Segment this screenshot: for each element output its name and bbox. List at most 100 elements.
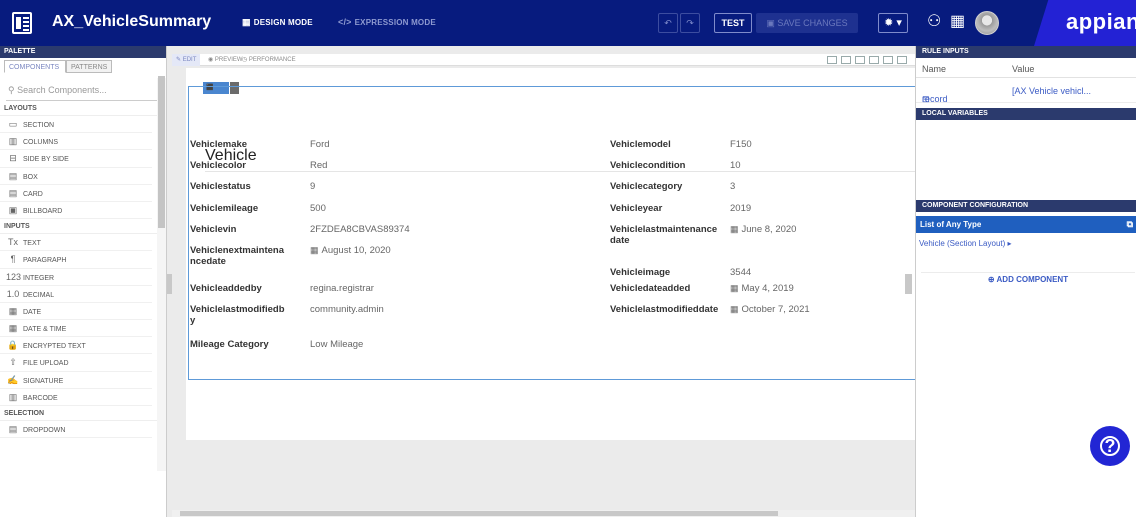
field-value-text: 2FZDEA8CBVAS89374 — [310, 224, 410, 235]
grid-icon[interactable]: ▦ — [950, 13, 965, 31]
search-input[interactable]: ⚲ Search Components... — [6, 79, 160, 101]
tab-edit[interactable]: ✎ EDIT — [172, 54, 201, 66]
local-variables-header[interactable]: LOCAL VARIABLES — [916, 108, 1136, 120]
test-button[interactable]: TEST — [714, 13, 752, 33]
palette-item[interactable]: ▤ BOX — [0, 168, 152, 185]
gear-icon: ✹ ▾ — [884, 17, 902, 29]
palette-item[interactable]: ▦ DATE & TIME — [0, 320, 152, 338]
palette-item[interactable]: ✍ SIGNATURE — [0, 372, 152, 389]
palette-item[interactable]: ⊟ SIDE BY SIDE — [0, 150, 152, 168]
search-icon: ⚲ — [8, 85, 18, 95]
redo-button[interactable]: ↷ — [680, 13, 700, 33]
name-column-header: Name — [922, 64, 947, 74]
palette-item-label: DATE — [23, 308, 42, 316]
canvas-toolbar: ✎ EDIT ◉ PREVIEW ◷ PERFORMANCE — [172, 54, 915, 66]
canvas-scrollbar-thumb[interactable] — [180, 511, 778, 516]
avatar[interactable] — [975, 11, 999, 35]
field-value-text: October 7, 2021 — [741, 304, 810, 315]
phone-landscape-icon[interactable] — [883, 56, 893, 64]
design-mode-icon: ▦ — [242, 17, 251, 27]
palette-item[interactable]: 🔒 ENCRYPTED TEXT — [0, 337, 152, 355]
tree-item-vehicle-section[interactable]: Vehicle (Section Layout) ▸ — [919, 239, 1012, 248]
palette-category[interactable]: LAYOUTS — [0, 101, 166, 116]
palette-item[interactable]: ▭ SECTION — [0, 116, 152, 134]
desktop-wide-icon[interactable] — [827, 56, 837, 64]
palette-item-label: ENCRYPTED TEXT — [23, 343, 86, 351]
tab-components[interactable]: COMPONENTS — [4, 60, 66, 73]
expression-mode-toggle[interactable]: </> EXPRESSION MODE — [338, 17, 436, 27]
palette-item-label: DROPDOWN — [23, 427, 66, 434]
tab-preview-label: PREVIEW — [214, 57, 243, 63]
palette-item-label: INTEGER — [23, 274, 55, 282]
field-value: Low Mileage — [310, 339, 460, 350]
tab-edit-label: EDIT — [182, 57, 197, 63]
save-changes-button[interactable]: ▣ SAVE CHANGES — [756, 13, 858, 33]
palette-item[interactable]: ⇧ FILE UPLOAD — [0, 354, 152, 372]
edit-icon[interactable]: ⧉ — [1127, 216, 1133, 233]
palette-item-label: BILLBOARD — [23, 207, 63, 215]
field-value: 3544 — [730, 267, 880, 278]
field-value: ▦ May 4, 2019 — [730, 283, 880, 294]
tab-patterns[interactable]: PATTERNS — [66, 60, 112, 73]
field-value-text: regina.registrar — [310, 283, 374, 294]
design-mode-toggle[interactable]: ▦ DESIGN MODE — [242, 17, 313, 28]
desktop-icon[interactable] — [841, 56, 851, 64]
palette-header: PALETTE — [0, 46, 166, 58]
rule-input-value[interactable]: [AX Vehicle vehicl... — [1012, 86, 1091, 96]
palette-item[interactable]: 1.0 DECIMAL — [0, 286, 152, 303]
field-label: Vehiclevin — [190, 224, 237, 235]
field-value-text: community.admin — [310, 304, 384, 315]
palette-item[interactable]: ▦ DATE — [0, 303, 152, 321]
tab-preview[interactable]: ◉ PREVIEW — [208, 54, 243, 66]
field-label: Vehiclemileage — [190, 203, 259, 214]
palette-list: LAYOUTS ▭ SECTION ▥ COLUMNS ⊟ SIDE BY SIDE ▤ BOX… — [0, 101, 166, 439]
rule-input-row[interactable]: ⊞ record [AX Vehicle vehicl... — [916, 78, 1136, 104]
palette-item[interactable]: ▤ CARD — [0, 185, 152, 202]
rule-inputs-label: RULE INPUTS — [922, 48, 969, 55]
design-mode-label: DESIGN MODE — [253, 18, 313, 27]
component-configuration-header[interactable]: COMPONENT CONFIGURATION — [916, 200, 1136, 212]
rule-inputs-header[interactable]: RULE INPUTS — [916, 46, 1136, 58]
tree-item-label: Vehicle (Section Layout) — [919, 239, 1006, 248]
code-icon: </> — [338, 17, 352, 27]
tablet-portrait-icon[interactable] — [869, 56, 879, 64]
field-value: Ford — [310, 139, 460, 150]
palette-category[interactable]: SELECTION — [0, 406, 166, 421]
palette-category[interactable]: INPUTS — [0, 219, 166, 235]
field-label: Vehicleaddedby — [190, 283, 262, 294]
rule-input-name-text: record — [922, 94, 948, 104]
field-label: Vehiclestatus — [190, 181, 251, 192]
settings-menu-button[interactable]: ✹ ▾ — [878, 13, 908, 33]
field-value: 9 — [310, 181, 460, 192]
help-button[interactable]: ? — [1090, 426, 1130, 466]
palette-scrollbar-thumb[interactable] — [158, 76, 165, 228]
field-value: 2019 — [730, 203, 880, 214]
palette-tabs: COMPONENTS PATTERNS — [0, 60, 166, 74]
palette-item[interactable]: ▤ DROPDOWN — [0, 421, 152, 439]
field-label: Mileage Category — [190, 339, 269, 350]
tablet-landscape-icon[interactable] — [855, 56, 865, 64]
palette-item[interactable]: Tx TEXT — [0, 234, 152, 252]
undo-button[interactable]: ↶ — [658, 13, 678, 33]
phone-icon[interactable] — [897, 56, 907, 64]
component-icon: ▣ — [8, 204, 18, 215]
save-icon: ▣ — [766, 18, 778, 28]
palette-item[interactable]: ¶ PARAGRAPH — [0, 251, 152, 269]
undo-icon: ↶ — [664, 18, 672, 28]
palette-item[interactable]: 123 INTEGER — [0, 269, 152, 286]
question-icon: ? — [1104, 436, 1116, 456]
palette-item[interactable]: ▥ BARCODE — [0, 389, 152, 406]
list-of-any-type-item[interactable]: List of Any Type ⧉ — [916, 216, 1136, 233]
section-layout[interactable]: Vehicle Vehiclemake Ford Vehiclecolor Red Ve… — [188, 86, 919, 380]
people-icon[interactable]: ⚇ — [927, 13, 941, 31]
local-variables-label: LOCAL VARIABLES — [922, 110, 988, 117]
component-icon: ▦ — [8, 305, 18, 316]
add-icon: ⊕ — [987, 275, 997, 284]
component-icon: ▤ — [8, 170, 18, 181]
add-component-button[interactable]: ⊕ ADD COMPONENT — [921, 272, 1135, 286]
field-label: Vehiclecondition — [610, 160, 686, 171]
palette-item[interactable]: ▥ COLUMNS — [0, 133, 152, 151]
palette-item[interactable]: ▣ BILLBOARD — [0, 202, 152, 220]
collapse-right-panel-handle[interactable] — [905, 274, 912, 294]
tab-performance[interactable]: ◷ PERFORMANCE — [242, 54, 296, 66]
